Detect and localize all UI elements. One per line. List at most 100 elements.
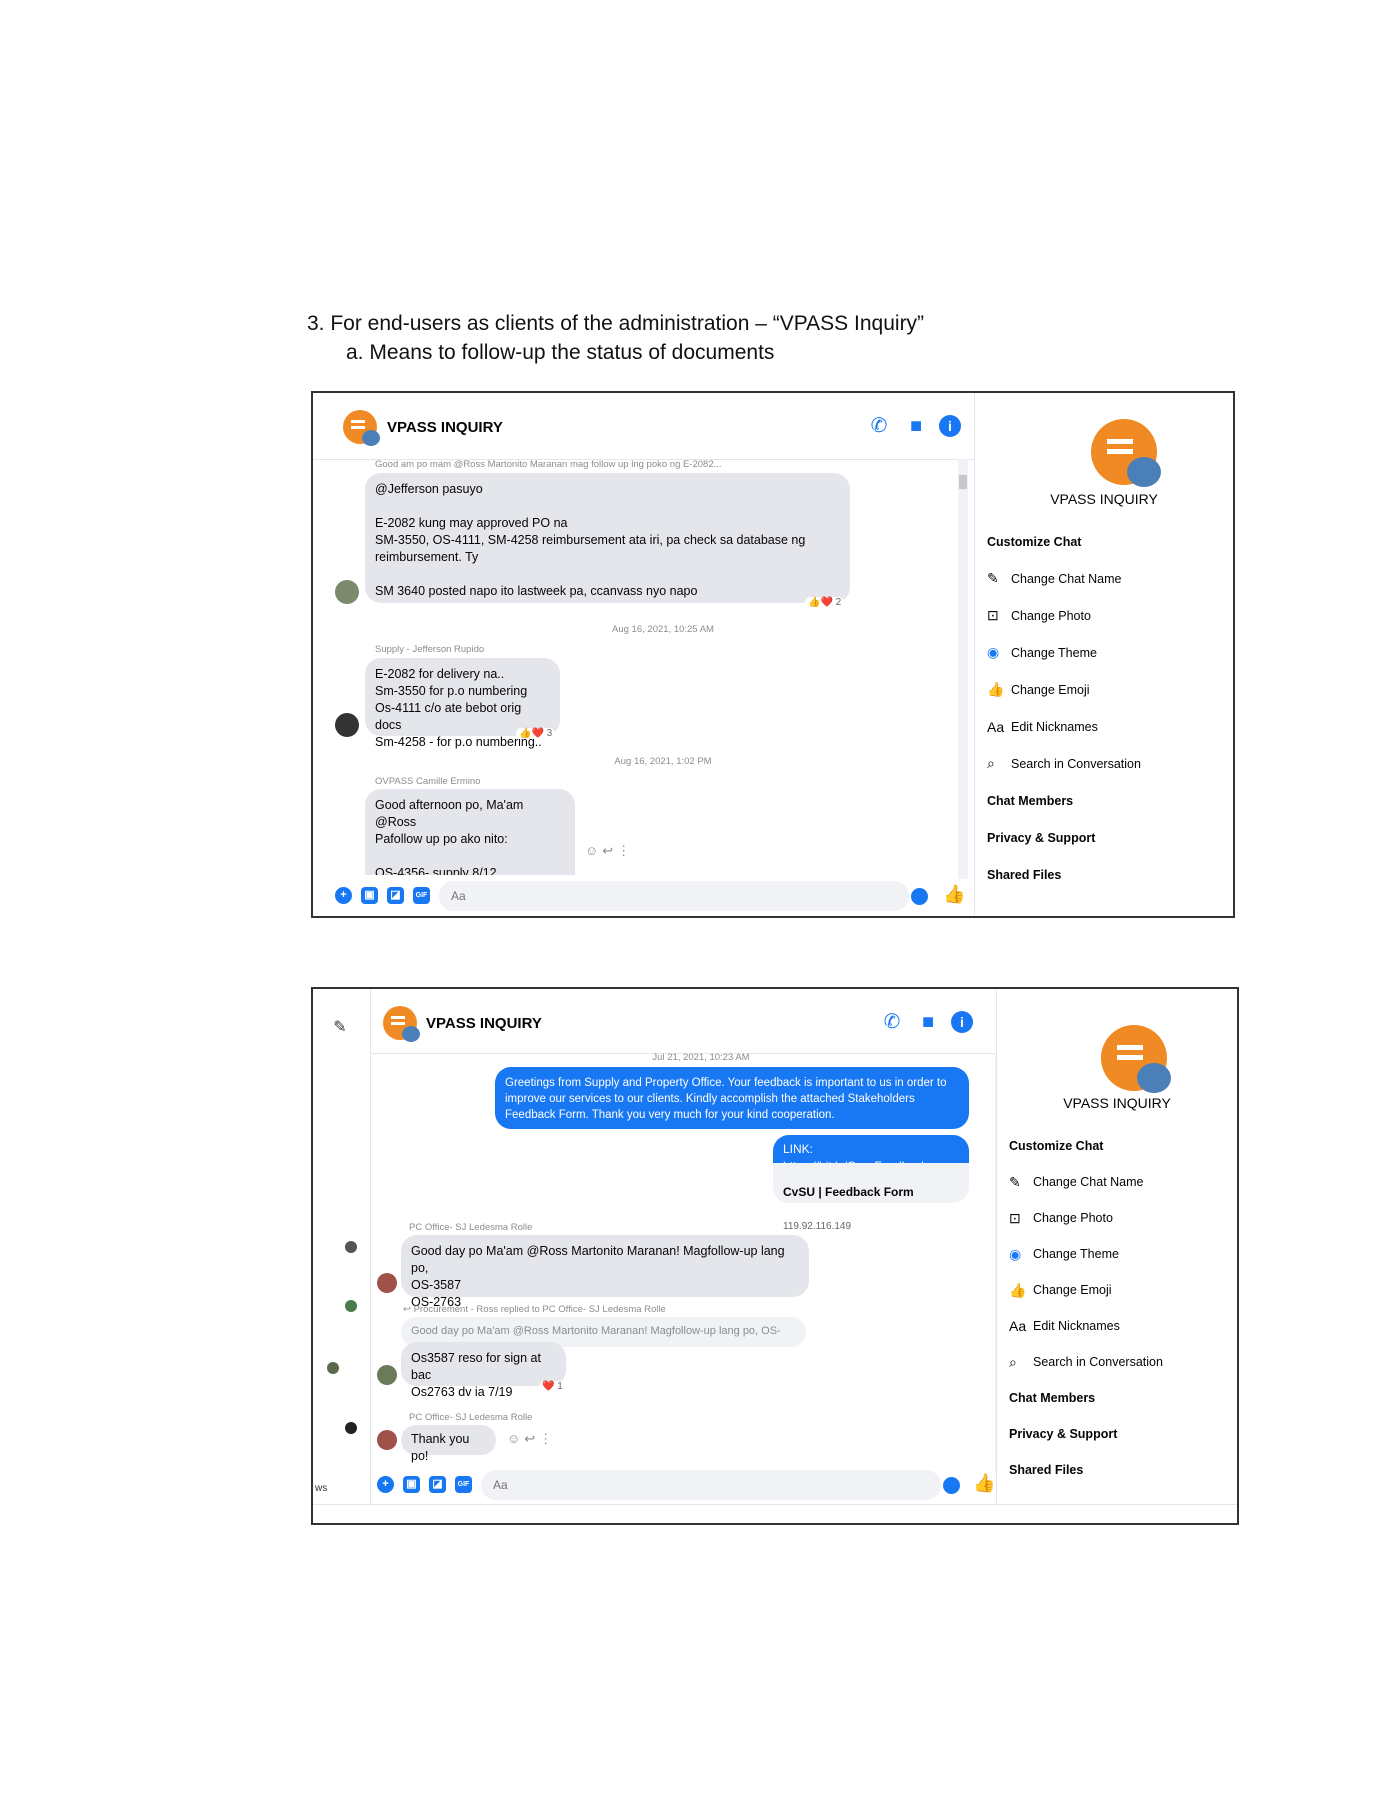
group-name: VPASS INQUIRY <box>1063 1095 1171 1111</box>
avatar <box>345 1241 357 1253</box>
reaction-badge[interactable]: 👍❤️ 3 <box>516 728 556 739</box>
timestamp: Jul 21, 2021, 10:23 AM <box>652 1052 750 1063</box>
info-icon[interactable]: i <box>951 1011 973 1033</box>
compose-icon[interactable]: ✎ <box>329 1017 351 1039</box>
reply-indicator: ↩ Procurement - Ross replied to PC Offic… <box>403 1304 666 1315</box>
menu-chat-members[interactable]: Chat Members <box>987 782 1223 819</box>
plus-icon[interactable]: + <box>335 887 352 904</box>
phone-icon[interactable]: ✆ <box>881 1011 903 1033</box>
menu-change-emoji[interactable]: 👍 Change Emoji <box>1009 1272 1227 1308</box>
video-icon[interactable]: ■ <box>917 1011 939 1033</box>
menu-search-conversation[interactable]: ⌕ Search in Conversation <box>1009 1344 1227 1380</box>
group-avatar <box>343 410 380 446</box>
avatar <box>345 1422 357 1434</box>
avatar <box>377 1365 397 1385</box>
menu-edit-nicknames[interactable]: Aa Edit Nicknames <box>987 708 1223 745</box>
card-title: CvSU | Feedback Form <box>783 1185 914 1199</box>
thumbs-up-icon: 👍 <box>1009 1281 1027 1298</box>
like-icon[interactable]: 👍 <box>973 1473 995 1494</box>
pencil-icon: ✎ <box>1009 1173 1021 1190</box>
group-photo <box>1091 419 1161 487</box>
menu-chat-members[interactable]: Chat Members <box>1009 1380 1227 1416</box>
reaction-badge[interactable]: ❤️ 1 <box>539 1381 566 1392</box>
messenger-screenshot-2: ✎ ws VPASS INQUIRY ✆ ■ i Jul 21, 2021, 1… <box>311 987 1239 1525</box>
image-icon[interactable]: ▣ <box>403 1476 420 1493</box>
emoji-icon[interactable] <box>911 888 928 905</box>
message-bubble[interactable]: Good day po Ma'am @Ross Martonito Marana… <box>401 1235 809 1309</box>
group-photo <box>1101 1025 1171 1093</box>
quoted-message: Good am po mam @Ross Martonito Maranan m… <box>375 459 722 470</box>
scrollbar[interactable] <box>958 459 968 879</box>
sender-name: OVPASS Camille Ermino <box>375 776 481 787</box>
menu-edit-nicknames[interactable]: Aa Edit Nicknames <box>1009 1308 1227 1344</box>
menu-label: Chat Members <box>1009 1391 1096 1405</box>
like-icon[interactable]: 👍 <box>943 884 965 905</box>
menu-label: Change Emoji <box>1033 1283 1112 1297</box>
reaction-badge[interactable]: 👍❤️ 2 <box>805 597 845 608</box>
gif-icon[interactable]: GIF <box>413 887 430 904</box>
message-actions[interactable]: ☺↩⋮ <box>507 1431 556 1447</box>
message-bubble[interactable]: Thank you po! <box>401 1425 496 1463</box>
menu-privacy-support[interactable]: Privacy & Support <box>1009 1416 1227 1452</box>
menu-label: Shared Files <box>1009 1463 1084 1477</box>
conversation-list-edge: ✎ ws <box>313 989 370 1523</box>
message-input[interactable] <box>439 881 909 911</box>
menu-label: Change Photo <box>1011 608 1091 623</box>
conversation-info-panel: VPASS INQUIRY Customize Chat ✎ Change Cha… <box>974 393 1233 916</box>
message-bubble[interactable]: Os3587 reso for sign at bac Os2763 dv ia… <box>401 1342 566 1399</box>
sender-name: PC Office- SJ Ledesma Rolle <box>409 1412 533 1423</box>
menu-shared-files[interactable]: Shared Files <box>987 856 1223 893</box>
gif-icon[interactable]: GIF <box>455 1476 472 1493</box>
plus-icon[interactable]: + <box>377 1476 394 1493</box>
menu-change-photo[interactable]: ⊡ Change Photo <box>1009 1200 1227 1236</box>
menu-customize-chat[interactable]: Customize Chat <box>987 523 1223 560</box>
avatar <box>327 1362 339 1374</box>
chat-panel: VPASS INQUIRY ✆ ■ i Good am po mam @Ross… <box>313 393 974 916</box>
photo-icon: ⊡ <box>1009 1209 1021 1226</box>
message-input[interactable] <box>481 1470 941 1500</box>
card-subtitle: 119.92.116.149 <box>783 1221 852 1232</box>
menu-label: Privacy & Support <box>987 830 1096 845</box>
sticker-icon[interactable]: ◪ <box>429 1476 446 1493</box>
video-icon[interactable]: ■ <box>905 415 927 437</box>
menu-label: Customize Chat <box>987 534 1082 549</box>
menu-change-chat-name[interactable]: ✎ Change Chat Name <box>1009 1164 1227 1200</box>
menu-label: Edit Nicknames <box>1033 1319 1120 1333</box>
menu-label: Change Photo <box>1033 1211 1113 1225</box>
menu-change-emoji[interactable]: 👍 Change Emoji <box>987 671 1223 708</box>
menu-label: Shared Files <box>987 867 1062 882</box>
menu-shared-files[interactable]: Shared Files <box>1009 1452 1227 1488</box>
message-bubble[interactable]: Good afternoon po, Ma'am @Ross Pafollow … <box>365 789 575 875</box>
message-actions[interactable]: ☺↩⋮ <box>585 843 634 859</box>
menu-change-chat-name[interactable]: ✎ Change Chat Name <box>987 560 1223 597</box>
group-avatar <box>383 1006 420 1042</box>
menu-change-photo[interactable]: ⊡ Change Photo <box>987 597 1223 634</box>
menu-privacy-support[interactable]: Privacy & Support <box>987 819 1223 856</box>
theme-icon: ◉ <box>987 644 1000 660</box>
link-preview-card[interactable]: CvSU | Feedback Form 119.92.116.149 <box>773 1163 969 1232</box>
menu-customize-chat[interactable]: Customize Chat <box>1009 1128 1227 1164</box>
sticker-icon[interactable]: ◪ <box>387 887 404 904</box>
composer: + ▣ ◪ GIF 👍 <box>371 1463 1007 1505</box>
text-aa-icon: Aa <box>1009 1318 1027 1334</box>
menu-search-conversation[interactable]: ⌕ Search in Conversation <box>987 745 1223 782</box>
avatar <box>377 1273 397 1293</box>
list-item-3a: a. Means to follow-up the status of docu… <box>346 341 775 364</box>
theme-icon: ◉ <box>1009 1245 1022 1262</box>
messenger-screenshot-1: VPASS INQUIRY ✆ ■ i Good am po mam @Ross… <box>311 391 1235 918</box>
chat-title: VPASS INQUIRY <box>387 419 503 436</box>
image-icon[interactable]: ▣ <box>361 887 378 904</box>
outgoing-message[interactable]: Greetings from Supply and Property Offic… <box>495 1067 969 1129</box>
menu-change-theme[interactable]: ◉ Change Theme <box>987 634 1223 671</box>
avatar <box>377 1430 397 1450</box>
menu-label: Change Chat Name <box>1033 1175 1144 1189</box>
emoji-icon[interactable] <box>943 1477 960 1494</box>
menu-change-theme[interactable]: ◉ Change Theme <box>1009 1236 1227 1272</box>
list-item-3: 3. For end-users as clients of the admin… <box>307 312 925 335</box>
message-bubble[interactable]: @Jefferson pasuyo E-2082 kung may approv… <box>365 473 850 603</box>
phone-icon[interactable]: ✆ <box>868 415 890 437</box>
message-bubble[interactable]: E-2082 for delivery na.. Sm-3550 for p.o… <box>365 658 560 749</box>
menu-label: Change Chat Name <box>1011 571 1122 586</box>
info-icon[interactable]: i <box>939 415 961 437</box>
link-message[interactable]: LINK: https://bit.ly/CvsuFeedback <box>773 1135 969 1173</box>
